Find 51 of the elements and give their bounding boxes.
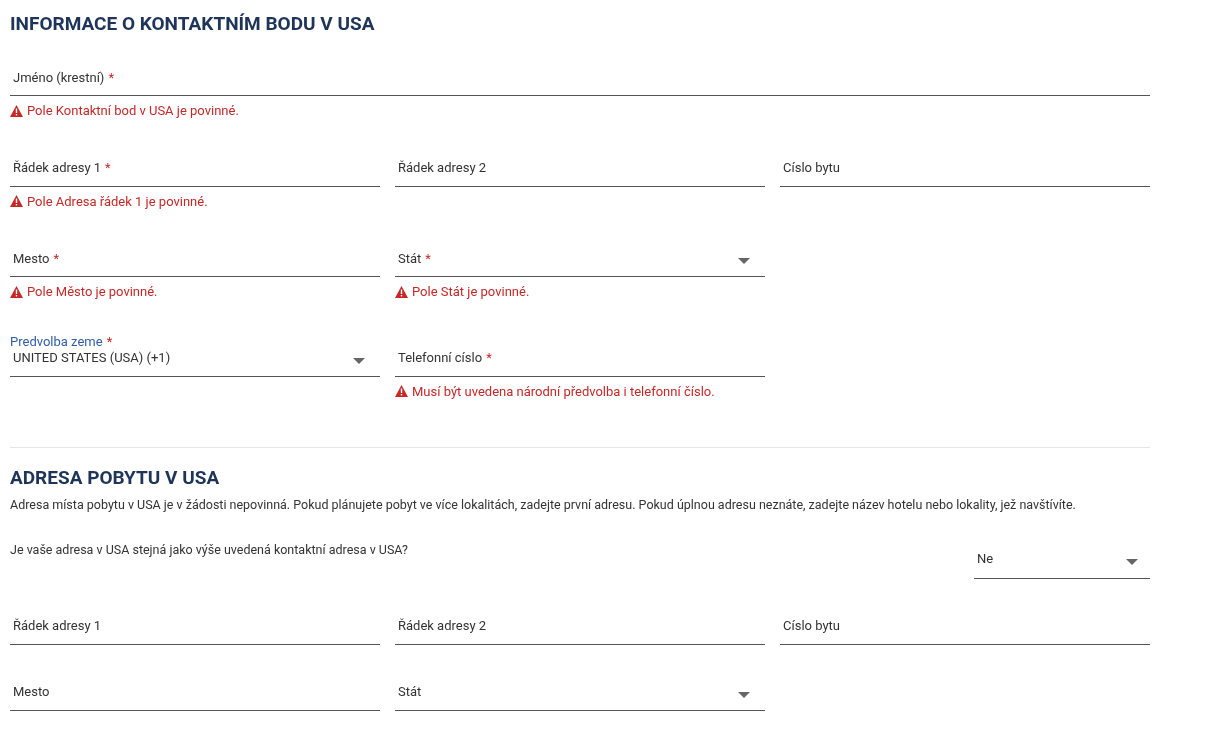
error-message: Musí být uvedena národní předvolba i telefonní číslo. (412, 382, 715, 401)
section-heading: INFORMACE O KONTAKTNÍM BODU V USA (10, 12, 376, 36)
warning-icon (10, 104, 23, 117)
field-label: Řádek adresy 1 (13, 617, 102, 636)
dropdown-caret-icon (1126, 558, 1138, 565)
dropdown-caret-icon (353, 357, 365, 364)
input-field[interactable]: Řádek adresy 2 (395, 608, 765, 645)
warning-icon (10, 285, 23, 298)
input-field[interactable]: Mesto (10, 674, 380, 711)
field-label: Císlo bytu (783, 617, 840, 636)
field-label: Řádek adresy 1 * (13, 159, 111, 177)
question-text: Je vaše adresa v USA stejná jako výše uvedená kontaktní adresa v USA? (10, 540, 408, 559)
field-label: Řádek adresy 2 (398, 159, 487, 177)
select-field[interactable]: Ne (974, 540, 1150, 579)
warning-icon (10, 195, 23, 208)
field-label: Císlo bytu (783, 159, 840, 177)
section-heading: ADRESA POBYTU V USA (10, 466, 221, 490)
field-label: Stát (398, 683, 422, 702)
required-asterisk: * (108, 69, 114, 85)
field-label: Mesto (13, 683, 50, 702)
input-field[interactable]: Jméno (krestní) * (10, 60, 1150, 96)
required-asterisk: * (105, 160, 111, 175)
select-field[interactable]: Stát (395, 674, 765, 711)
field-label: Predvolba zeme * (10, 332, 113, 351)
section-description: Adresa místa pobytu v USA je v žádosti nepovinná. Pokud plánujete pobyt ve více lokalitách, zadejte první adresu. Pokud úplnou adresu neznáte, zadejte název hotelu nebo lokality, jež navštívíte. (10, 496, 1077, 514)
dropdown-caret-icon (738, 691, 750, 698)
select-field[interactable]: UNITED STATES (USA) (+1) (10, 349, 380, 377)
input-field[interactable]: Řádek adresy 1 (10, 608, 380, 645)
input-field[interactable]: Telefonní císlo * (395, 340, 765, 377)
field-label: Řádek adresy 2 (398, 617, 487, 636)
input-field[interactable]: Řádek adresy 2 (395, 150, 765, 187)
required-asterisk: * (53, 250, 60, 266)
field-label: Telefonní císlo * (398, 349, 492, 367)
required-asterisk: * (425, 250, 431, 266)
input-field[interactable]: Císlo bytu (780, 608, 1150, 645)
error-message: Pole Město je povinné. (27, 283, 158, 301)
required-asterisk: * (106, 333, 113, 349)
required-asterisk: * (486, 350, 492, 365)
error-message: Pole Adresa řádek 1 je povinné. (27, 192, 208, 211)
error-message: Pole Kontaktní bod v USA je povinné. (27, 102, 239, 120)
field-label: Mesto * (13, 249, 60, 268)
select-field[interactable]: Stát * (395, 241, 765, 277)
field-label: Jméno (krestní) * (13, 68, 114, 87)
warning-icon (395, 285, 408, 298)
field-label: Stát * (398, 249, 431, 268)
input-field[interactable]: Mesto * (10, 241, 380, 277)
input-field[interactable]: Řádek adresy 1 * (10, 150, 380, 187)
warning-icon (395, 385, 408, 398)
dropdown-caret-icon (738, 258, 750, 264)
error-message: Pole Stát je povinné. (412, 283, 530, 301)
input-field[interactable]: Císlo bytu (780, 150, 1150, 187)
